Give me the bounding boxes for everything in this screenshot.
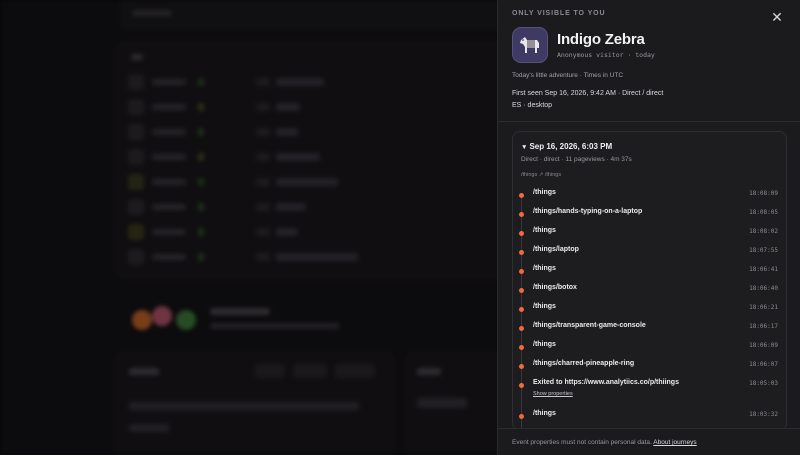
event-dot [519,193,524,198]
event-label: /things [533,265,556,272]
event-label: /things/transparent-game-console [533,322,646,329]
visitor-journey-panel: ONLY VISIBLE TO YOU ✕ Indigo Zebra Anony… [497,0,800,455]
event-label: /things [533,341,556,348]
event-dot [519,383,524,388]
event-time: 18:06:17 [749,323,778,330]
timeline-event: /things/transparent-game-console 18:06:1… [513,322,786,341]
event-dot [519,364,524,369]
event-time: 18:08:09 [749,190,778,197]
event-dot [519,269,524,274]
event-dot [519,250,524,255]
timeline-event: /things 18:06:21 [513,303,786,322]
event-label: /things [533,303,556,310]
event-time: 18:06:40 [749,285,778,292]
event-time: 18:08:05 [749,209,778,216]
timeline-event: /things 18:08:09 [513,189,786,208]
event-dot [519,345,524,350]
device-info: ES · desktop [512,102,553,109]
event-dot [519,414,524,419]
footer-note: Event properties must not contain person… [512,439,697,446]
zebra-illustration [520,37,539,53]
event-label: /things/hands-typing-on-a-laptop [533,208,643,215]
event-label: /things/botox [533,284,577,291]
event-time: 18:08:02 [749,228,778,235]
zebra-icon [512,27,548,63]
triangle-down-icon: ▼ [521,144,528,151]
modal-overlay[interactable] [0,0,497,455]
event-time: 18:06:09 [749,342,778,349]
footer-text: Event properties must not contain person… [512,439,652,446]
event-time: 18:06:41 [749,266,778,273]
event-label: /things [533,410,556,417]
session-path: /things ↗ /things [521,172,562,178]
timeline-event: /things/laptop 18:07:55 [513,246,786,265]
show-properties-link[interactable]: Show properties [533,391,573,397]
panel-footer: Event properties must not contain person… [498,428,800,455]
timeline-event: /things/botox 18:06:40 [513,284,786,303]
event-dot [519,307,524,312]
event-time: 18:06:07 [749,361,778,368]
event-dot [519,212,524,217]
visitor-name: Indigo Zebra [557,31,645,48]
only-visible-label: ONLY VISIBLE TO YOU [512,10,606,17]
event-label: /things/charred-pineapple-ring [533,360,635,367]
adventure-caption: Today's little adventure · Times in UTC [512,72,624,79]
session-card: ▼ Sep 16, 2026, 6:03 PM Direct · direct ·… [512,131,787,431]
timeline-event: /things 18:03:32 [513,410,786,429]
visitor-subtitle: Anonymous visitor · today [557,51,655,59]
session-toggle[interactable]: ▼ Sep 16, 2026, 6:03 PM [521,142,612,151]
timeline-event: /things/hands-typing-on-a-laptop 18:08:0… [513,208,786,227]
session-date: Sep 16, 2026, 6:03 PM [529,142,613,151]
divider [498,121,800,122]
event-time: 18:03:32 [749,411,778,418]
first-seen-info: First seen Sep 16, 2026, 9:42 AM · Direc… [512,90,664,97]
session-meta: Direct · direct · 11 pageviews · 4m 37s [521,156,632,163]
event-label: /things [533,189,556,196]
event-label: /things [533,227,556,234]
timeline-event: /things/charred-pineapple-ring 18:06:07 [513,360,786,379]
close-icon[interactable]: ✕ [768,8,786,26]
timeline-event: /things 18:08:02 [513,227,786,246]
event-label: /things/laptop [533,246,579,253]
event-time: 18:07:55 [749,247,778,254]
timeline-event: /things 18:06:41 [513,265,786,284]
about-journeys-link[interactable]: About journeys [653,439,696,446]
event-dot [519,326,524,331]
event-dot [519,231,524,236]
timeline-event: /things 18:06:09 [513,341,786,360]
timeline-event-exit: Exited to https://www.analytiics.co/p/th… [513,379,786,405]
event-time: 18:06:21 [749,304,778,311]
event-label: Exited to https://www.analytiics.co/p/th… [533,379,679,386]
event-time: 18:05:03 [749,380,778,387]
event-dot [519,288,524,293]
